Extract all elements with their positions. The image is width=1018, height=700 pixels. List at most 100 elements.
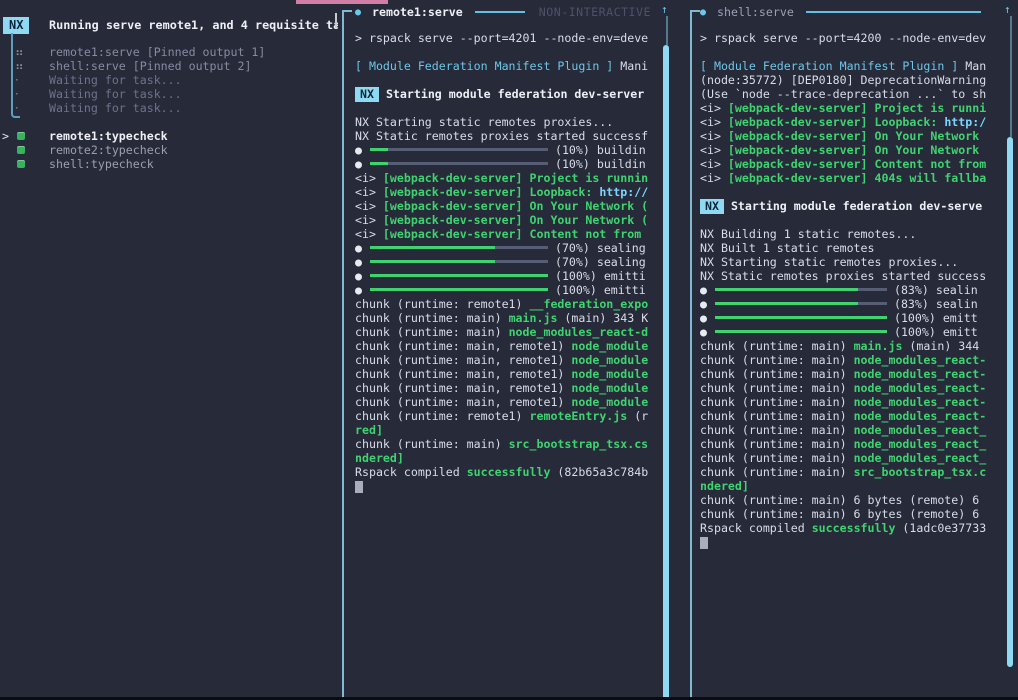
- terminal-line: chunk (runtime: main) src_bootstrap_tsx.…: [355, 437, 655, 451]
- terminal-line: NX Static remotes proxies started succes…: [700, 269, 992, 283]
- terminal-line: [355, 479, 655, 493]
- terminal-line: <i> [webpack-dev-server] Loopback: http:…: [355, 185, 655, 199]
- task-item[interactable]: ·Waiting for task...: [0, 101, 338, 115]
- running-indicator-icon: ●: [700, 7, 706, 18]
- progress-bar: [370, 246, 548, 249]
- progress-bar: [715, 316, 887, 319]
- terminal-line: ndered]: [355, 451, 655, 465]
- terminal-line: <i> [webpack-dev-server] On Your Network: [700, 129, 992, 143]
- terminal-line: [ Module Federation Manifest Plugin ] Ma…: [355, 59, 655, 73]
- terminal-line: chunk (runtime: main) 6 bytes (remote) 6: [700, 507, 992, 521]
- terminal-line: chunk (runtime: main, remote1) node_modu…: [355, 367, 655, 381]
- terminal-line: chunk (runtime: main, remote1) node_modu…: [355, 395, 655, 409]
- terminal-line: Rspack compiled successfully (1adc0e3773…: [700, 521, 992, 535]
- task-label: shell:typecheck: [49, 157, 338, 171]
- task-list-scrollbar[interactable]: [335, 13, 337, 28]
- task-item[interactable]: shell:typecheck: [0, 157, 338, 171]
- task-list: ⠶remote1:serve [Pinned output 1]⠶shell:s…: [0, 45, 338, 171]
- terminal-line: [700, 213, 992, 227]
- progress-bar: [370, 162, 548, 165]
- terminal-line: red]: [355, 423, 655, 437]
- nx-logo-badge: NX: [3, 17, 29, 34]
- progress-bar: [715, 288, 887, 291]
- terminal-line: <i> [webpack-dev-server] Content not fro…: [700, 157, 992, 171]
- right-terminal-output[interactable]: > rspack serve --port=4200 --node-env=de…: [700, 31, 992, 549]
- terminal-line: > rspack serve --port=4201 --node-env=de…: [355, 31, 655, 45]
- scroll-up-icon[interactable]: ↑: [661, 3, 668, 16]
- middle-scrollbar-thumb[interactable]: [663, 45, 669, 700]
- progress-bar: [370, 288, 548, 291]
- task-label: Waiting for task...: [49, 73, 338, 87]
- task-item[interactable]: > remote1:typecheck: [0, 129, 338, 143]
- task-label: remote1:typecheck: [49, 129, 338, 143]
- terminal-line: ● (10%) buildin: [355, 157, 655, 171]
- terminal-line: chunk (runtime: main) main.js (main) 343…: [355, 311, 655, 325]
- progress-bar: [715, 302, 887, 305]
- terminal-line: [355, 73, 655, 87]
- right-pane-title[interactable]: shell:serve: [717, 5, 794, 19]
- terminal-line: <i> [webpack-dev-server] On Your Network…: [355, 213, 655, 227]
- terminal-line: <i> [webpack-dev-server] Project is runn…: [700, 101, 992, 115]
- terminal-line: chunk (runtime: main) 6 bytes (remote) 6: [700, 493, 992, 507]
- terminal-line: ● (83%) sealin: [700, 297, 992, 311]
- run-summary-title: Running serve remote1, and 4 requisite t…: [49, 17, 338, 34]
- terminal-line: chunk (runtime: main) node_modules_react…: [355, 325, 655, 339]
- terminal-line: chunk (runtime: main, remote1) node_modu…: [355, 381, 655, 395]
- task-item[interactable]: ⠶shell:serve [Pinned output 2]: [0, 59, 338, 73]
- terminal-line: NX Starting static remotes proxies...: [700, 255, 992, 269]
- right-scrollbar-track[interactable]: [1010, 16, 1012, 137]
- task-label: shell:serve [Pinned output 2]: [49, 59, 338, 73]
- dot-icon: ·: [15, 87, 19, 101]
- middle-terminal-output[interactable]: > rspack serve --port=4201 --node-env=de…: [355, 31, 655, 493]
- spinner-icon: ⠶: [15, 45, 24, 59]
- terminal-line: NX Static remotes proxies started succes…: [355, 129, 655, 143]
- right-pane-border: [690, 10, 700, 700]
- terminal-line: chunk (runtime: remote1) __federation_ex…: [355, 297, 655, 311]
- terminal-line: chunk (runtime: main, remote1) node_modu…: [355, 353, 655, 367]
- terminal-line: ndered]: [700, 479, 992, 493]
- terminal-line: ● (100%) emitt: [700, 325, 992, 339]
- terminal-line: chunk (runtime: main) node_modules_react…: [700, 353, 992, 367]
- task-label: remote2:typecheck: [49, 143, 338, 157]
- terminal-line: [700, 535, 992, 549]
- terminal-line: ● (100%) emitti: [355, 283, 655, 297]
- terminal-line: chunk (runtime: main) node_modules_react…: [700, 395, 992, 409]
- middle-scrollbar-track[interactable]: [666, 16, 668, 45]
- middle-pane-border: [342, 10, 352, 700]
- square-icon: [17, 160, 25, 168]
- header-rule: [475, 11, 525, 13]
- middle-pane-title[interactable]: remote1:serve: [372, 5, 463, 19]
- terminal-line: chunk (runtime: main) node_modules_react…: [700, 409, 992, 423]
- non-interactive-label: NON-INTERACTIVE: [539, 5, 651, 19]
- terminal-line: NX Starting module federation dev-server: [355, 87, 655, 101]
- terminal-line: [355, 101, 655, 115]
- task-item[interactable]: ·Waiting for task...: [0, 73, 338, 87]
- terminal-cursor: [700, 537, 708, 549]
- terminal-line: chunk (runtime: main) node_modules_react…: [700, 451, 992, 465]
- progress-bar: [715, 330, 887, 333]
- right-scrollbar-thumb[interactable]: [1007, 137, 1013, 667]
- selected-caret-icon: >: [2, 129, 9, 143]
- terminal-line: ● (100%) emitti: [355, 269, 655, 283]
- terminal-line: > rspack serve --port=4200 --node-env=de…: [700, 31, 992, 45]
- terminal-line: ● (70%) sealing: [355, 241, 655, 255]
- nx-badge: NX: [700, 199, 724, 214]
- square-icon: [17, 132, 25, 140]
- terminal-line: [700, 185, 992, 199]
- dot-icon: ·: [15, 101, 19, 115]
- terminal-line: chunk (runtime: main) node_modules_react…: [700, 423, 992, 437]
- terminal-line: [ Module Federation Manifest Plugin ] Ma…: [700, 59, 992, 73]
- terminal-line: ● (70%) sealing: [355, 255, 655, 269]
- terminal-line: NX Starting module federation dev-serve: [700, 199, 992, 213]
- terminal-line: ● (100%) emitt: [700, 311, 992, 325]
- scroll-up-icon[interactable]: ↑: [1004, 3, 1011, 16]
- terminal-line: [700, 45, 992, 59]
- task-item[interactable]: remote2:typecheck: [0, 143, 338, 157]
- terminal-line: chunk (runtime: main) node_modules_react…: [700, 367, 992, 381]
- progress-bar: [370, 260, 548, 263]
- terminal-line: chunk (runtime: main, remote1) node_modu…: [355, 339, 655, 353]
- task-item[interactable]: ⠶remote1:serve [Pinned output 1]: [0, 45, 338, 59]
- terminal-line: chunk (runtime: main) src_bootstrap_tsx.…: [700, 465, 992, 479]
- task-item[interactable]: ·Waiting for task...: [0, 87, 338, 101]
- terminal-line: [355, 45, 655, 59]
